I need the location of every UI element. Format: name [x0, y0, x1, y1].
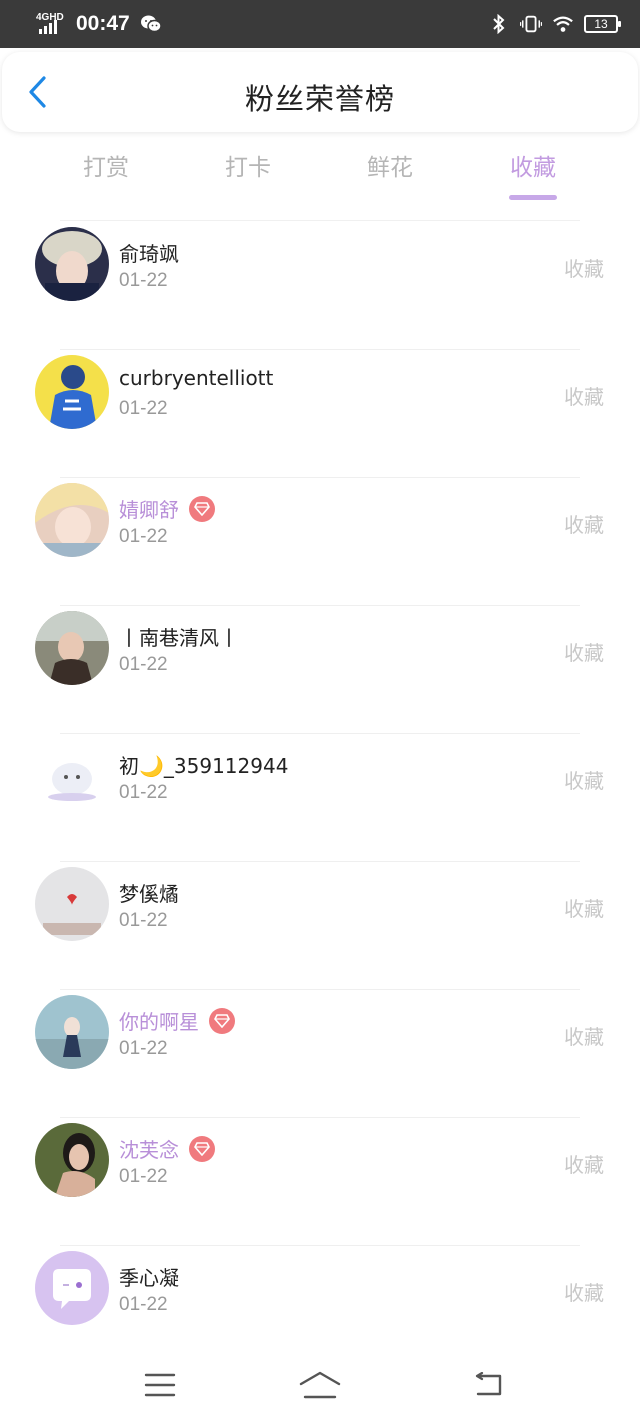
avatar[interactable] — [35, 867, 109, 941]
fan-list: 俞琦飒 01-22 收藏 curbryentelliott 01-22 收藏 婧… — [0, 222, 640, 1374]
fan-name-text: 梦傒燏 — [119, 882, 179, 906]
fan-name-text: 婧卿舒 — [119, 498, 179, 522]
avatar[interactable] — [35, 611, 109, 685]
fan-name: 梦傒燏 — [119, 878, 179, 907]
fan-name-text: curbryentelliott — [119, 366, 274, 390]
status-bar-left: 4GHD 00:47 — [36, 12, 162, 36]
avatar[interactable] — [35, 995, 109, 1069]
action-label: 收藏 — [564, 897, 604, 921]
list-item[interactable]: curbryentelliott 01-22 收藏 — [0, 350, 640, 478]
fan-date: 01-22 — [119, 654, 168, 675]
diamond-icon — [189, 495, 215, 522]
fan-date: 01-22 — [119, 270, 168, 291]
avatar[interactable] — [35, 227, 109, 301]
list-item[interactable]: 季心凝 01-22 收藏 — [0, 1246, 640, 1374]
diamond-icon — [189, 1135, 215, 1162]
fan-date: 01-22 — [119, 1166, 168, 1187]
fan-name: 婧卿舒 — [119, 494, 215, 523]
list-item[interactable]: 婧卿舒 01-22 收藏 — [0, 478, 640, 606]
fan-name: 初🌙_359112944 — [119, 750, 288, 779]
menu-button[interactable] — [140, 1368, 180, 1402]
list-item[interactable]: 梦傒燏 01-22 收藏 — [0, 862, 640, 990]
fan-date: 01-22 — [119, 526, 168, 547]
list-item[interactable]: 沈芙念 01-22 收藏 — [0, 1118, 640, 1246]
fan-name-text: 季心凝 — [119, 1266, 179, 1290]
return-icon — [475, 1372, 502, 1396]
action-label: 收藏 — [564, 1281, 604, 1305]
system-nav-bar — [0, 1360, 640, 1410]
tabs-divider — [60, 220, 580, 221]
wechat-icon — [140, 13, 162, 35]
bluetooth-icon — [488, 13, 510, 35]
wifi-icon — [552, 13, 574, 35]
tab-reward[interactable]: 打赏 — [56, 148, 156, 182]
fan-date: 01-22 — [119, 1038, 168, 1059]
fan-name: 俞琦飒 — [119, 238, 179, 267]
fan-name: 沈芙念 — [119, 1134, 215, 1163]
fan-name-text: 丨南巷清风丨 — [119, 626, 239, 650]
active-tab-indicator — [509, 195, 557, 200]
fan-name: curbryentelliott — [119, 366, 273, 390]
fan-date: 01-22 — [119, 398, 168, 419]
clock: 00:47 — [76, 12, 130, 35]
app-header: 粉丝荣誉榜 — [2, 52, 638, 132]
status-bar-right: 13 — [488, 13, 621, 35]
action-label: 收藏 — [564, 513, 604, 537]
avatar[interactable] — [35, 739, 109, 813]
avatar[interactable] — [35, 1251, 109, 1325]
action-label: 收藏 — [564, 385, 604, 409]
fan-date: 01-22 — [119, 782, 168, 803]
status-bar: 4GHD 00:47 13 — [0, 0, 640, 48]
diamond-icon — [209, 1007, 235, 1034]
fan-name-text: 初🌙_359112944 — [119, 754, 289, 778]
action-label: 收藏 — [564, 1153, 604, 1177]
page-title: 粉丝荣誉榜 — [244, 82, 395, 116]
fan-name: 你的啊星 — [119, 1006, 235, 1035]
vibrate-icon — [520, 13, 542, 35]
avatar[interactable] — [35, 1123, 109, 1197]
avatar[interactable] — [35, 483, 109, 557]
fan-name: 丨南巷清风丨 — [119, 622, 239, 651]
list-item[interactable]: 初🌙_359112944 01-22 收藏 — [0, 734, 640, 862]
list-item[interactable]: 丨南巷清风丨 01-22 收藏 — [0, 606, 640, 734]
tab-collect[interactable]: 收藏 — [483, 148, 583, 182]
signal-icon: 4GHD — [36, 12, 66, 36]
tab-flowers[interactable]: 鲜花 — [340, 148, 440, 182]
list-item[interactable]: 俞琦飒 01-22 收藏 — [0, 222, 640, 350]
fan-date: 01-22 — [119, 1294, 168, 1315]
back-nav-button[interactable] — [468, 1368, 508, 1402]
battery-icon: 13 — [584, 15, 621, 33]
menu-icon — [144, 1373, 176, 1397]
action-label: 收藏 — [564, 641, 604, 665]
list-item[interactable]: 你的啊星 01-22 收藏 — [0, 990, 640, 1118]
tab-checkin[interactable]: 打卡 — [198, 148, 298, 182]
home-icon — [299, 1371, 341, 1399]
fan-name-text: 沈芙念 — [119, 1138, 179, 1162]
fan-name: 季心凝 — [119, 1262, 179, 1291]
fan-name-text: 你的啊星 — [119, 1010, 199, 1034]
home-button[interactable] — [296, 1368, 344, 1402]
fan-name-text: 俞琦飒 — [119, 242, 179, 266]
action-label: 收藏 — [564, 257, 604, 281]
action-label: 收藏 — [564, 1025, 604, 1049]
fan-date: 01-22 — [119, 910, 168, 931]
avatar[interactable] — [35, 355, 109, 429]
action-label: 收藏 — [564, 769, 604, 793]
